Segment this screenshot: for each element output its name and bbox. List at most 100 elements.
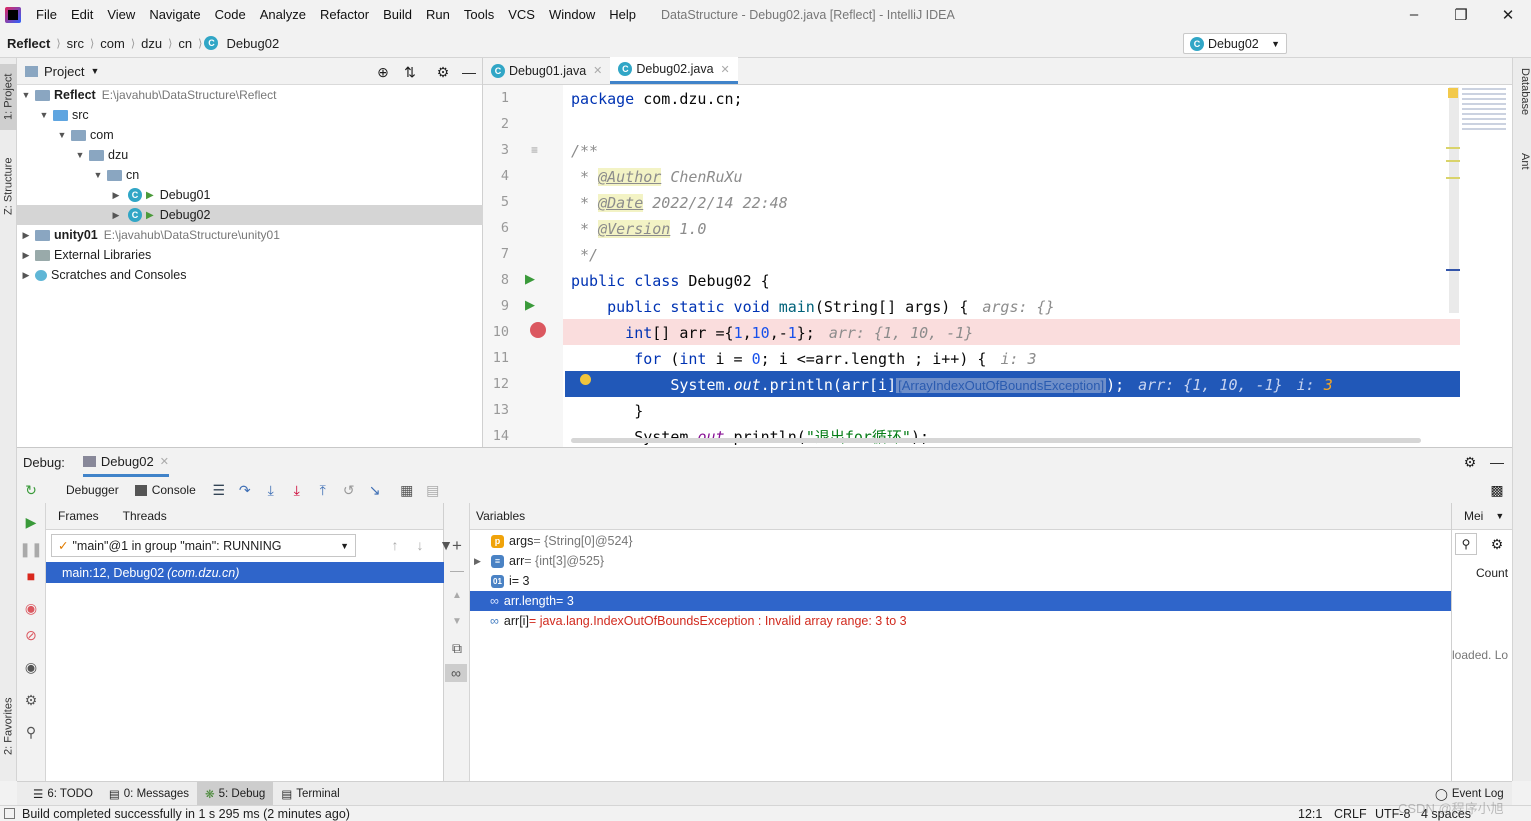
tab-messages[interactable]: ▤ 0: Messages	[101, 782, 197, 806]
menu-window[interactable]: Window	[542, 7, 602, 22]
step-over-icon[interactable]: ↷	[236, 481, 254, 499]
tab-debug01[interactable]: C Debug01.java ✕	[483, 57, 610, 84]
expanded-arrow-icon[interactable]: ▼	[20, 90, 32, 100]
breadcrumb-com[interactable]: com	[96, 36, 129, 51]
tree-item-unity01[interactable]: ▶ unity01 E:\javahub\DataStructure\unity0…	[17, 225, 483, 245]
tree-item-debug02[interactable]: ▶ C ▶ Debug02	[17, 205, 483, 225]
tree-item-debug01[interactable]: ▶ C ▶ Debug01	[17, 185, 483, 205]
close-tab-icon[interactable]: ✕	[721, 63, 730, 76]
menu-code[interactable]: Code	[208, 7, 253, 22]
menu-help[interactable]: Help	[602, 7, 643, 22]
run-config-select[interactable]: C Debug02 ▼	[1183, 33, 1287, 54]
variable-row-selected[interactable]: ∞ arr.length = 3	[470, 591, 1451, 611]
camera-icon[interactable]: ◉	[22, 658, 40, 676]
pause-icon[interactable]: ❚❚	[19, 540, 42, 558]
arrow-up-icon[interactable]: ↑	[386, 536, 404, 554]
hide-icon[interactable]: —	[1488, 453, 1506, 471]
chevron-down-icon[interactable]: ▼	[90, 66, 99, 76]
status-toggle-icon[interactable]	[4, 808, 15, 819]
arrow-down-icon[interactable]: ↓	[411, 536, 429, 554]
menu-edit[interactable]: Edit	[64, 7, 100, 22]
move-up-icon[interactable]: ▲	[448, 587, 466, 605]
warning-marker-icon[interactable]	[1448, 88, 1458, 98]
tab-threads[interactable]: Threads	[111, 509, 179, 523]
code-minimap[interactable]	[1462, 88, 1506, 132]
gear-icon[interactable]: ⚙	[1461, 453, 1479, 471]
tab-structure[interactable]: Z: Structure	[0, 146, 17, 226]
rerun-icon[interactable]: ↻	[22, 481, 40, 499]
view-breakpoints-icon[interactable]: ◉	[22, 599, 40, 617]
line-separator[interactable]: CRLF	[1334, 807, 1367, 821]
menu-tools[interactable]: Tools	[457, 7, 501, 22]
frame-row[interactable]: main:12, Debug02 (com.dzu.cn)	[46, 562, 444, 583]
count-column-header[interactable]: Count	[1476, 566, 1508, 580]
menu-refactor[interactable]: Refactor	[313, 7, 376, 22]
search-icon[interactable]: ⚲	[1455, 533, 1477, 555]
debug-session-tab[interactable]: Debug02 ✕	[82, 448, 169, 477]
variable-row[interactable]: 01 i = 3	[470, 571, 1451, 591]
tree-item-cn[interactable]: ▼ cn	[17, 165, 483, 185]
code-line-4[interactable]: * @Author ChenRuXu	[571, 164, 743, 190]
run-gutter-icon[interactable]: ▶	[525, 297, 535, 313]
collapsed-arrow-icon[interactable]: ▶	[110, 190, 122, 201]
locate-icon[interactable]: ⊕	[374, 63, 392, 81]
expanded-arrow-icon[interactable]: ▼	[38, 110, 50, 120]
menu-run[interactable]: Run	[419, 7, 457, 22]
expanded-arrow-icon[interactable]: ▼	[92, 170, 104, 180]
breakpoint-icon[interactable]	[530, 322, 546, 338]
collapse-all-icon[interactable]: ⇅	[401, 63, 419, 81]
tree-item-com[interactable]: ▼ com	[17, 125, 483, 145]
code-line-10[interactable]: int[] arr ={1,10,-1}; arr: {1, 10, -1}	[571, 320, 973, 346]
code-line-3[interactable]: /**	[571, 138, 598, 164]
variable-row[interactable]: ▶ ≡ arr = {int[3]@525}	[470, 551, 1451, 571]
add-watch-icon[interactable]: +	[448, 536, 466, 554]
vertical-scrollbar[interactable]	[1449, 87, 1459, 313]
expanded-arrow-icon[interactable]: ▼	[56, 130, 68, 140]
variable-row[interactable]: ∞ arr[i] = java.lang.IndexOutOfBoundsExc…	[470, 611, 1451, 631]
tab-database[interactable]: Database	[1514, 68, 1531, 132]
tab-frames[interactable]: Frames	[46, 509, 111, 523]
gear-icon[interactable]: ⚙	[434, 63, 452, 81]
remove-watch-icon[interactable]: —	[448, 561, 466, 579]
tab-debugger[interactable]: Debugger	[58, 483, 127, 497]
menu-file[interactable]: File	[29, 7, 64, 22]
tab-ant[interactable]: Ant	[1514, 153, 1531, 185]
pin-icon[interactable]: ⚲	[22, 723, 40, 741]
tree-item-external-libraries[interactable]: ▶ External Libraries	[17, 245, 483, 265]
menu-navigate[interactable]: Navigate	[142, 7, 207, 22]
code-line-7[interactable]: */	[571, 242, 598, 268]
collapsed-arrow-icon[interactable]: ▶	[20, 230, 32, 241]
step-into-icon[interactable]: ⤓	[262, 481, 280, 499]
hide-icon[interactable]: —	[460, 63, 478, 81]
stop-icon[interactable]: ■	[22, 567, 40, 585]
drop-frame-icon[interactable]: ↺	[340, 481, 358, 499]
close-window-icon[interactable]: ✕	[1485, 0, 1531, 29]
tree-item-scratches[interactable]: ▶ Scratches and Consoles	[17, 265, 483, 285]
move-down-icon[interactable]: ▼	[448, 613, 466, 631]
tree-item-src[interactable]: ▼ src	[17, 105, 483, 125]
menu-lines-icon[interactable]: ☰	[210, 481, 228, 499]
tree-item-dzu[interactable]: ▼ dzu	[17, 145, 483, 165]
code-line-9[interactable]: public static void main(String[] args) {…	[571, 294, 1055, 320]
tab-terminal[interactable]: ▤ Terminal	[273, 782, 347, 806]
breadcrumb-cn[interactable]: cn	[174, 36, 196, 51]
variable-row[interactable]: p args = {String[0]@524}	[470, 531, 1451, 551]
restore-icon[interactable]: ❐	[1438, 0, 1484, 29]
run-to-cursor-icon[interactable]: ↘	[366, 481, 384, 499]
code-line-1[interactable]: package com.dzu.cn;	[571, 86, 743, 112]
code-line-8[interactable]: public class Debug02 {	[571, 268, 770, 294]
collapsed-arrow-icon[interactable]: ▶	[110, 210, 122, 221]
code-line-12[interactable]: System.out.println(arr[i] [ArrayIndexOutO…	[571, 372, 1332, 398]
code-line-11[interactable]: for (int i = 0; i <=arr.length ; i++) {i…	[571, 346, 1036, 372]
gutter[interactable]	[483, 85, 563, 447]
thread-select[interactable]: ✓ "main"@1 in group "main": RUNNING ▼	[51, 534, 356, 557]
caret-position[interactable]: 12:1	[1298, 807, 1322, 821]
gear-icon[interactable]: ⚙	[1488, 535, 1506, 553]
resume-icon[interactable]: ▶	[22, 513, 40, 531]
tab-todo[interactable]: ☰ 6: TODO	[25, 782, 101, 806]
menu-analyze[interactable]: Analyze	[253, 7, 313, 22]
tab-console[interactable]: Console	[134, 483, 196, 497]
project-view-select[interactable]: Project	[44, 64, 84, 79]
tab-debug[interactable]: ❋ 5: Debug	[196, 781, 274, 806]
mute-breakpoints-icon[interactable]: ⊘	[22, 626, 40, 644]
